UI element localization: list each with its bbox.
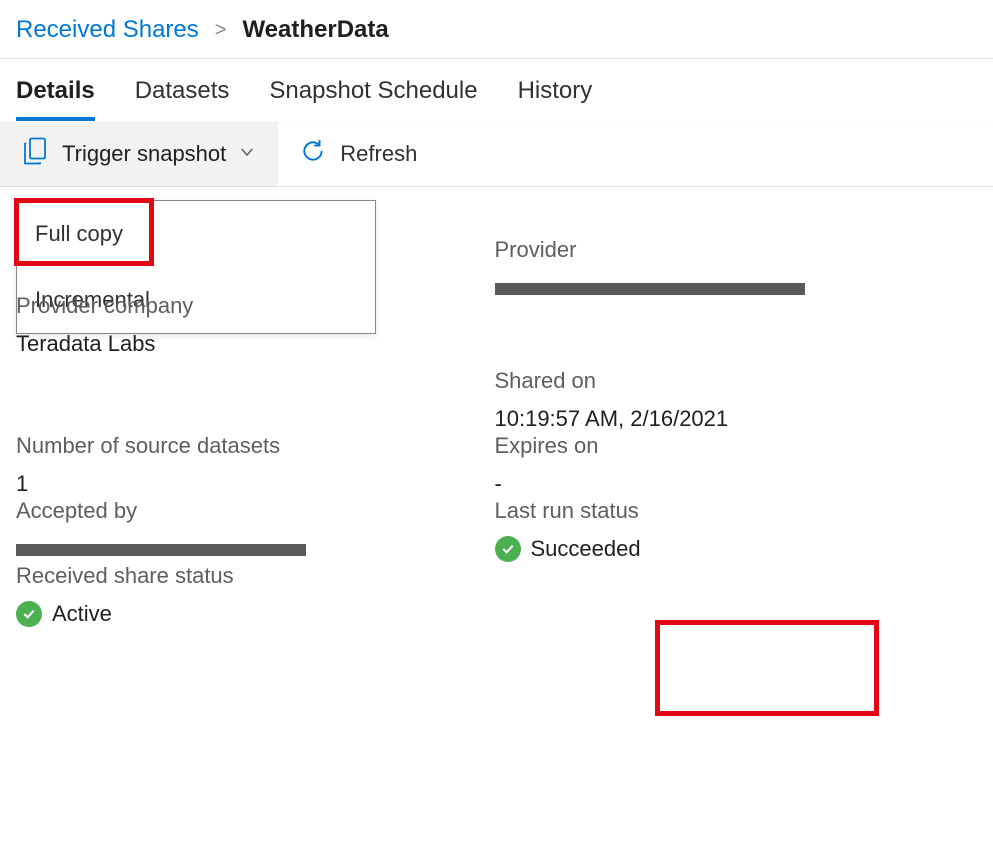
received-share-status-label: Received share status <box>16 563 495 589</box>
expires-on-value: - <box>495 471 974 497</box>
refresh-label: Refresh <box>340 141 417 167</box>
field-shared-on: Shared on 10:19:57 AM, 2/16/2021 <box>495 368 974 432</box>
details-content: Provider Provider company Teradata Labs … <box>0 337 993 647</box>
expires-on-label: Expires on <box>495 433 974 459</box>
refresh-icon <box>300 138 326 170</box>
tab-snapshot-schedule[interactable]: Snapshot Schedule <box>269 77 477 121</box>
field-num-datasets: Number of source datasets 1 <box>16 433 495 497</box>
provider-value <box>495 275 974 301</box>
breadcrumb-parent-link[interactable]: Received Shares <box>16 16 199 44</box>
field-provider-company: Provider company Teradata Labs <box>16 293 495 432</box>
provider-label: Provider <box>495 237 974 263</box>
check-circle-icon <box>495 536 521 562</box>
received-share-status-value: Active <box>52 601 112 627</box>
trigger-snapshot-label: Trigger snapshot <box>62 141 226 167</box>
dropdown-item-full-copy[interactable]: Full copy <box>17 201 375 267</box>
check-circle-icon <box>16 601 42 627</box>
refresh-button[interactable]: Refresh <box>278 122 439 186</box>
tab-history[interactable]: History <box>518 77 593 121</box>
field-provider: Provider <box>495 237 974 367</box>
last-run-status-value: Succeeded <box>531 536 641 562</box>
redacted-text <box>495 283 805 295</box>
chevron-right-icon: > <box>215 19 227 42</box>
num-datasets-value: 1 <box>16 471 495 497</box>
last-run-status-label: Last run status <box>495 498 974 524</box>
provider-company-value: Teradata Labs <box>16 331 495 357</box>
tabs: Details Datasets Snapshot Schedule Histo… <box>0 59 993 121</box>
accepted-by-label: Accepted by <box>16 498 495 524</box>
chevron-down-icon <box>238 141 256 167</box>
breadcrumb: Received Shares > WeatherData <box>0 0 993 59</box>
trigger-snapshot-button[interactable]: Trigger snapshot <box>0 122 278 186</box>
provider-company-label: Provider company <box>16 293 495 319</box>
toolbar: Trigger snapshot Refresh <box>0 121 993 187</box>
num-datasets-label: Number of source datasets <box>16 433 495 459</box>
accepted-by-value <box>16 536 495 562</box>
tab-details[interactable]: Details <box>16 77 95 121</box>
field-accepted-by: Accepted by <box>16 498 495 562</box>
field-last-run-status: Last run status Succeeded <box>495 498 974 562</box>
copy-icon <box>20 136 50 172</box>
shared-on-label: Shared on <box>495 368 974 394</box>
field-expires-on: Expires on - <box>495 433 974 497</box>
redacted-text <box>16 544 306 556</box>
breadcrumb-current: WeatherData <box>242 16 388 44</box>
tab-datasets[interactable]: Datasets <box>135 77 230 121</box>
field-received-share-status: Received share status Active <box>16 563 495 627</box>
shared-on-value: 10:19:57 AM, 2/16/2021 <box>495 406 974 432</box>
